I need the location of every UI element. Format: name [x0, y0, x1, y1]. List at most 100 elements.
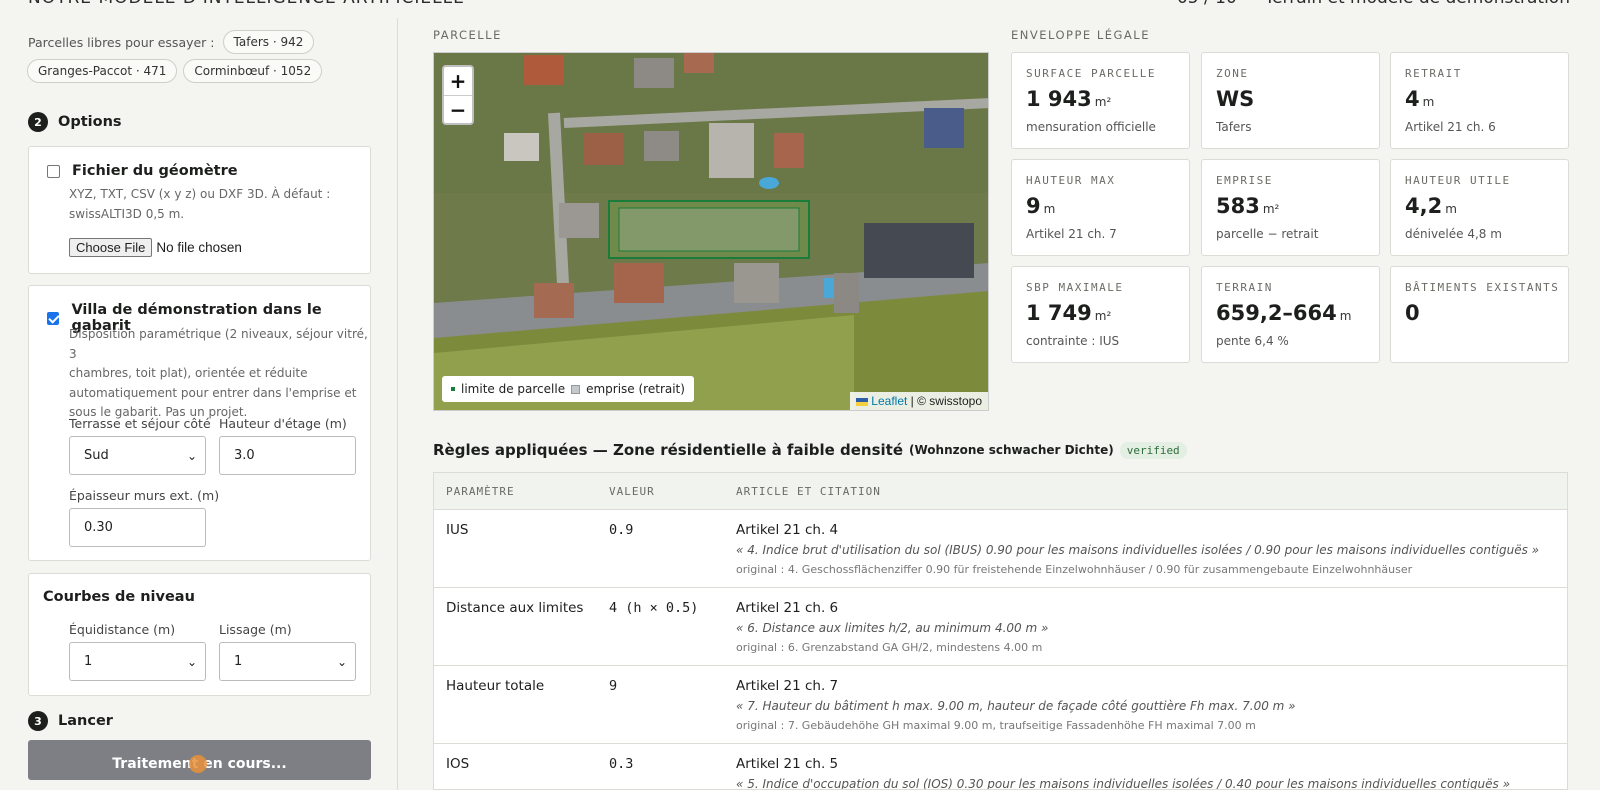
row-original: original : 7. Gebäudehöhe GH maximal 9.0… — [736, 719, 1256, 732]
footprint-swatch — [571, 384, 581, 394]
row-article: Artikel 21 ch. 5 — [736, 756, 839, 772]
loading-spinner-icon — [189, 755, 207, 773]
equidistance-label: Équidistance (m) — [69, 622, 176, 637]
row-article: Artikel 21 ch. 4 — [736, 522, 839, 538]
parcel-chip-corminboeuf[interactable]: Corminbœuf · 1052 — [183, 59, 323, 83]
smoothing-select[interactable]: 1 ⌄ — [219, 642, 356, 681]
row-param: IUS — [446, 522, 469, 538]
parcel-chip-tafers[interactable]: Tafers · 942 — [222, 30, 315, 54]
table-row: IOS 0.3 Artikel 21 ch. 5 « 5. Indice d'o… — [434, 744, 1567, 790]
chevron-down-icon: ⌄ — [186, 449, 197, 463]
stat-unit: m — [1422, 95, 1435, 109]
stat-number: 9 — [1026, 194, 1041, 218]
parcel-chip-granges-paccot[interactable]: Granges-Paccot · 471 — [27, 59, 178, 83]
stat-value: 1 943 m² — [1026, 87, 1111, 111]
row-quote: « 5. Indice d'occupation du sol (IOS) 0.… — [736, 777, 1511, 790]
choose-file-button[interactable]: Choose File — [69, 238, 153, 257]
row-param: Hauteur totale — [446, 678, 545, 694]
stat-sub: mensuration officielle — [1026, 120, 1156, 134]
rules-subtitle: (Wohnzone schwacher Dichte) — [909, 443, 1114, 457]
parcel-section-label: PARCELLE — [433, 28, 502, 42]
stat-number: 4 — [1405, 87, 1420, 111]
zoom-out-button[interactable]: − — [444, 95, 472, 123]
stat-card: HAUTEUR UTILE 4,2 m dénivelée 4,8 m — [1390, 159, 1569, 256]
geometer-desc-line: swissALTI3D 0,5 m. — [69, 206, 185, 221]
stat-value: 4m — [1405, 87, 1434, 111]
step-number: 3 — [28, 711, 48, 731]
file-input[interactable]: Choose File No file chosen — [69, 238, 242, 257]
terrace-value: Sud — [84, 448, 109, 463]
legend-parcel: limite de parcelle — [461, 382, 566, 396]
stat-number: 659,2–664 — [1216, 301, 1337, 325]
leaflet-link[interactable]: Leaflet — [871, 394, 907, 408]
row-original: original : 6. Grenzabstand GA GH/2, mind… — [736, 641, 1043, 654]
geometer-label: Fichier du géomètre — [72, 163, 238, 179]
stat-sub: parcelle − retrait — [1216, 227, 1319, 241]
stat-number: 1 749 — [1026, 301, 1092, 325]
legend-footprint: emprise (retrait) — [586, 382, 685, 396]
villa-desc-line: automatiquement pour entrer dans l'empri… — [69, 385, 357, 400]
stat-label: SBP MAXIMALE — [1026, 281, 1124, 294]
stat-unit: m² — [1094, 309, 1112, 323]
villa-desc-line: chambres, toit plat), orientée et réduit… — [69, 366, 308, 380]
step-label: Options — [58, 114, 122, 130]
stat-label: ZONE — [1216, 67, 1249, 80]
row-quote: « 4. Indice brut d'utilisation du sol (I… — [736, 543, 1540, 557]
floor-height-input[interactable]: 3.0 — [219, 436, 356, 475]
swisstopo-attribution: | © swisstopo — [910, 394, 982, 408]
parcel-map[interactable]: + − limite de parcelle emprise (retrait)… — [433, 52, 989, 411]
stat-value: 1 749 m² — [1026, 301, 1111, 325]
equidistance-value: 1 — [84, 654, 93, 669]
geometer-checkbox-row[interactable]: Fichier du géomètre — [47, 163, 238, 179]
wall-thickness-label: Épaisseur murs ext. (m) — [69, 488, 220, 503]
rules-table: PARAMÈTRE VALEUR ARTICLE ET CITATION IUS… — [433, 472, 1568, 790]
zoom-control: + − — [442, 65, 474, 125]
chevron-down-icon: ⌄ — [186, 655, 197, 669]
terrace-select[interactable]: Sud ⌄ — [69, 436, 206, 475]
geometer-description: XYZ, TXT, CSV (x y z) ou DXF 3D. À défau… — [69, 185, 330, 224]
page-subtitle: 05 / 10 — Terrain et modèle de démonstra… — [1177, 0, 1570, 8]
equidistance-select[interactable]: 1 ⌄ — [69, 642, 206, 681]
stat-card: RETRAIT 4 m Artikel 21 ch. 6 — [1390, 52, 1569, 149]
geometer-desc-line: XYZ, TXT, CSV (x y z) ou DXF 3D. À défau… — [69, 187, 331, 201]
row-value: 9 — [609, 678, 618, 694]
terrace-label: Terrasse et séjour côté — [69, 416, 211, 431]
free-parcels-label: Parcelles libres pour essayer : — [28, 34, 215, 50]
parcel-chips: Granges-Paccot · 471 Corminbœuf · 1052 — [27, 59, 323, 83]
stat-value: 583 m² — [1216, 194, 1279, 218]
column-header: ARTICLE ET CITATION — [736, 485, 881, 498]
stat-number: 0 — [1405, 301, 1420, 325]
stat-unit: m — [1043, 202, 1056, 216]
villa-checkbox[interactable] — [47, 311, 60, 325]
villa-description: Disposition paramétrique (2 niveaux, séj… — [69, 325, 370, 423]
geometer-checkbox[interactable] — [47, 164, 60, 178]
step-launch-heading: 3 Lancer — [28, 711, 113, 731]
stat-value: 659,2–664 m — [1216, 301, 1351, 325]
envelope-section-label: ENVELOPPE LÉGALE — [1011, 28, 1150, 42]
row-quote: « 7. Hauteur du bâtiment h max. 9.00 m, … — [736, 699, 1296, 713]
wall-thickness-input[interactable]: 0.30 — [69, 508, 206, 547]
stat-number: 583 — [1216, 194, 1260, 218]
file-status: No file chosen — [156, 240, 242, 255]
zoom-in-button[interactable]: + — [444, 67, 472, 95]
stat-card: ZONE WS Tafers — [1201, 52, 1380, 149]
row-article: Artikel 21 ch. 7 — [736, 678, 839, 694]
column-header: PARAMÈTRE — [446, 485, 515, 498]
row-value: 0.9 — [609, 522, 634, 538]
stat-sub: contrainte : IUS — [1026, 334, 1120, 348]
row-param: Distance aux limites — [446, 600, 584, 616]
step-options-heading: 2 Options — [28, 112, 122, 132]
stat-value: 4,2 m — [1405, 194, 1457, 218]
stat-sub: dénivelée 4,8 m — [1405, 227, 1502, 241]
stat-label: EMPRISE — [1216, 174, 1273, 187]
parcel-line-swatch — [451, 387, 455, 391]
stat-value: WS — [1216, 87, 1257, 111]
table-header: PARAMÈTRE VALEUR ARTICLE ET CITATION — [434, 473, 1567, 510]
ukraine-flag-icon — [856, 397, 869, 406]
stat-card: EMPRISE 583 m² parcelle − retrait — [1201, 159, 1380, 256]
stat-card: SBP MAXIMALE 1 749 m² contrainte : IUS — [1011, 266, 1190, 363]
verified-badge: verified — [1119, 441, 1187, 459]
stat-number: WS — [1216, 87, 1255, 111]
stat-label: HAUTEUR UTILE — [1405, 174, 1511, 187]
row-value: 4 (h × 0.5) — [609, 600, 699, 616]
